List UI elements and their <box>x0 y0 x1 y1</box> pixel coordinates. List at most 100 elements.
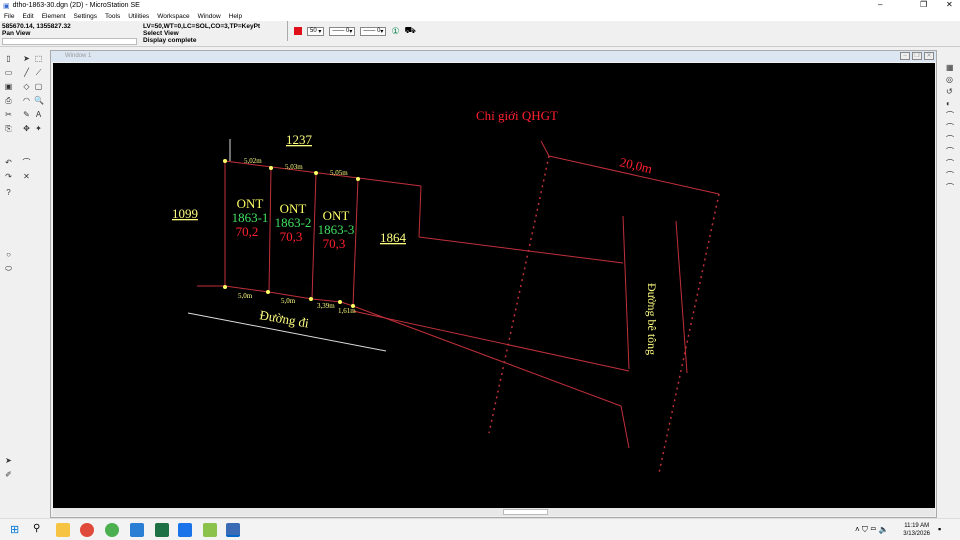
color-swatch[interactable] <box>294 27 302 35</box>
dim-top-2: 5,03m <box>285 163 303 171</box>
microstation-taskbar-icon[interactable] <box>226 523 240 537</box>
menu-bar: File Edit Element Settings Tools Utiliti… <box>0 11 960 21</box>
lot-2-area: 70,3 <box>280 229 303 244</box>
lot-divider <box>352 178 359 307</box>
menu-edit[interactable]: Edit <box>22 13 33 20</box>
print-icon[interactable]: ⎙ <box>4 96 13 105</box>
cut-icon[interactable]: ✂ <box>4 110 13 119</box>
search-icon[interactable]: ⚲ <box>33 523 40 534</box>
dim-tick <box>540 140 550 157</box>
copy-icon[interactable]: ⎘ <box>4 124 13 133</box>
save-icon[interactable]: ▣ <box>4 82 13 91</box>
view-window-title: Window 1 – ❐ ✕ <box>51 51 936 62</box>
level-value: 50 <box>310 28 317 34</box>
road-edge <box>675 220 688 374</box>
app-icon: ▣ <box>3 2 10 10</box>
chrome-icon[interactable] <box>80 523 94 537</box>
dim-top-3: 5,05m <box>330 169 348 177</box>
dim-bottom-3: 3,39m <box>317 302 335 310</box>
parcel-label-1099: 1099 <box>172 206 198 221</box>
place-smartline-icon[interactable]: ⟋ <box>34 68 43 77</box>
text-icon[interactable]: A <box>34 110 43 119</box>
prompt-text: Select View <box>143 30 179 37</box>
place-line-icon[interactable]: ╱ <box>22 68 31 77</box>
road-edge <box>352 310 630 372</box>
open-icon[interactable]: ▭ <box>4 68 13 77</box>
element-attributes: LV=50,WT=0,LC=SOL,CO=3,TP=KeyPt <box>143 23 261 30</box>
notification-icon[interactable]: ▪ <box>938 524 941 534</box>
arc-icon[interactable]: ◠ <box>22 96 31 105</box>
maximize-button[interactable]: ❐ <box>920 0 927 9</box>
undo-icon[interactable]: ↶ <box>4 158 13 167</box>
menu-settings[interactable]: Settings <box>74 13 98 20</box>
lot-3-area: 70,3 <box>323 236 346 251</box>
menu-element[interactable]: Element <box>42 13 66 20</box>
line-weight-select[interactable]: —— 0 ▾ <box>360 26 387 36</box>
zoom-icon[interactable]: 🔍 <box>34 96 44 105</box>
move-icon[interactable]: ✥ <box>22 124 31 133</box>
minimize-button[interactable]: – <box>878 0 882 9</box>
lot-1-id: 1863-1 <box>232 210 269 225</box>
info-icon[interactable]: ① <box>391 26 399 37</box>
lot-3-id: 1863-3 <box>318 222 355 237</box>
parcel-label-1864: 1864 <box>380 230 407 245</box>
dim-bottom-1: 5,0m <box>238 292 253 300</box>
planning-line-label: Chỉ giới QHGT <box>476 108 558 123</box>
delete-icon[interactable]: ✕ <box>22 172 31 181</box>
dotted-planning-line <box>658 193 720 474</box>
menu-file[interactable]: File <box>4 13 14 20</box>
clock-date: 3/13/2026 <box>903 531 930 537</box>
clock-time: 11:19 AM <box>904 523 930 529</box>
coordinate-readout: 585670.14, 1355827.32 <box>2 23 71 30</box>
line-style-select[interactable]: —— 0 ▾ <box>329 26 356 36</box>
level-select[interactable]: 50 ▾ <box>307 26 325 36</box>
zalo-icon[interactable] <box>178 523 192 537</box>
view-close-button[interactable]: ✕ <box>924 52 934 60</box>
menu-help[interactable]: Help <box>229 13 242 20</box>
new-file-icon[interactable]: ▯ <box>4 54 13 63</box>
menu-workspace[interactable]: Workspace <box>157 13 189 20</box>
menu-utilities[interactable]: Utilities <box>128 13 149 20</box>
ellipse-icon[interactable]: ⬭ <box>4 264 13 273</box>
help-icon[interactable]: ? <box>4 188 13 197</box>
app-icon-light-green[interactable] <box>203 523 217 537</box>
road-edge <box>622 215 630 370</box>
file-explorer-icon[interactable] <box>56 523 70 537</box>
polygon-icon[interactable]: ◇ <box>22 82 31 91</box>
app-icon-blue[interactable] <box>130 523 144 537</box>
fence-icon[interactable]: ⬚ <box>34 54 43 63</box>
horizontal-scrollbar[interactable] <box>53 508 935 516</box>
close-button[interactable]: ✕ <box>946 0 953 9</box>
start-icon[interactable]: ⊞ <box>10 523 19 536</box>
view-tools-icons[interactable]: ▦ ◎ ↺ ◐ ⌒ ⌒ ⌒ ⌒ ⌒ ⌒ ⌒ <box>946 62 954 194</box>
edit-icon[interactable]: ✎ <box>22 110 31 119</box>
current-tool: Pan View <box>2 30 31 37</box>
delete-element-icon[interactable]: ✐ <box>4 470 13 479</box>
element-selection-icon[interactable]: ➤ <box>4 456 13 465</box>
boundary-1864-right <box>418 185 422 238</box>
modify-icon[interactable]: ⌒ <box>22 158 31 167</box>
rectangle-icon[interactable]: ▢ <box>34 82 43 91</box>
excel-icon[interactable] <box>155 523 169 537</box>
app-icon-green[interactable] <box>105 523 119 537</box>
circle-icon[interactable]: ○ <box>4 250 13 259</box>
key-in-field[interactable] <box>2 38 137 45</box>
view-minimize-button[interactable]: – <box>900 52 910 60</box>
menu-tools[interactable]: Tools <box>105 13 120 20</box>
cad-drawing: 1237 1099 1864 ONT 1863-1 70,2 ONT 1863-… <box>172 108 720 474</box>
redo-icon[interactable]: ↷ <box>4 172 13 181</box>
tray-icons[interactable]: ˄ ⛉ ▭ 🔈 <box>855 525 889 535</box>
view-restore-button[interactable]: ❐ <box>912 52 922 60</box>
title-bar: ▣ dtho-1863-30.dgn (2D) - MicroStation S… <box>0 0 960 11</box>
drawing-canvas[interactable]: 1237 1099 1864 ONT 1863-1 70,2 ONT 1863-… <box>53 63 935 509</box>
cell-icon[interactable]: ✦ <box>34 124 43 133</box>
scroll-thumb[interactable] <box>503 509 548 515</box>
tentative-icon[interactable]: ⛟ <box>405 25 416 37</box>
lot-3-type: ONT <box>323 208 350 223</box>
road-label: Đường đi <box>258 307 310 330</box>
menu-window[interactable]: Window <box>198 13 221 20</box>
lot-1-type: ONT <box>237 196 264 211</box>
window-title: dtho-1863-30.dgn (2D) - MicroStation SE <box>12 2 140 9</box>
clock[interactable]: 11:19 AM 3/13/2026 <box>903 522 930 538</box>
select-element-icon[interactable]: ➤ <box>22 54 31 63</box>
